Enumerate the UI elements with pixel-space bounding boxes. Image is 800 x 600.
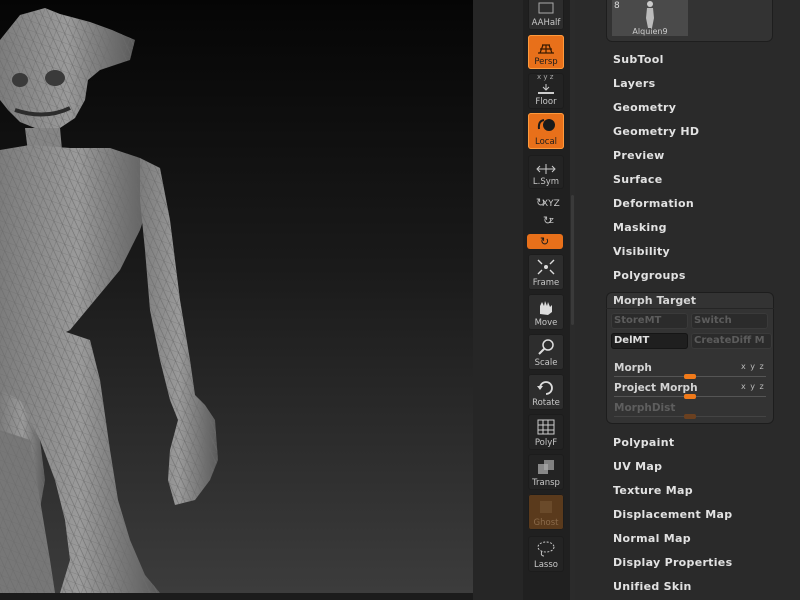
menu-geometry[interactable]: Geometry: [613, 101, 676, 114]
viewport-bottom-strip: [0, 593, 473, 600]
frame-button[interactable]: Frame: [528, 254, 564, 290]
xyz-label: XYZ: [542, 199, 560, 209]
ghost-label: Ghost: [533, 518, 559, 528]
project-morph-axis-arrows[interactable]: x y z: [741, 382, 765, 391]
tool-figure-icon: [646, 1, 654, 28]
z-label: Z: [549, 217, 554, 225]
lsym-label: L.Sym: [532, 177, 560, 187]
y-rotate-button[interactable]: ↻: [527, 234, 563, 249]
transp-label: Transp: [532, 478, 560, 488]
aahalf-button[interactable]: AAHalf: [528, 0, 564, 30]
morphdist-label: MorphDist: [614, 402, 676, 414]
xyz-rotate-button[interactable]: ↻ XYZ: [534, 196, 562, 210]
menu-deformation[interactable]: Deformation: [613, 197, 694, 210]
sculpt-model: [0, 8, 218, 593]
transparency-icon: [538, 460, 554, 474]
switch-button[interactable]: Switch: [691, 313, 768, 329]
local-button[interactable]: Local: [528, 113, 564, 149]
menu-masking[interactable]: Masking: [613, 221, 667, 234]
viewport-right-gap: [473, 0, 523, 600]
perspective-grid-icon: [538, 44, 554, 54]
frame-icon: [537, 259, 555, 275]
menu-surface[interactable]: Surface: [613, 173, 662, 186]
morph-slider-knob[interactable]: [684, 374, 696, 379]
ghost-icon: [540, 501, 552, 513]
menu-texture-map[interactable]: Texture Map: [613, 484, 693, 497]
move-button[interactable]: Move: [528, 294, 564, 330]
transp-button[interactable]: Transp: [528, 454, 564, 490]
menu-polypaint[interactable]: Polypaint: [613, 436, 674, 449]
morphdist-slider-knob[interactable]: [684, 414, 696, 419]
local-label: Local: [534, 137, 558, 147]
morph-slider-label: Morph: [614, 362, 652, 374]
viewport-canvas[interactable]: [0, 0, 473, 593]
menu-unified-skin[interactable]: Unified Skin: [613, 580, 692, 593]
polyframe-grid-icon: [537, 419, 555, 435]
morph-axis-arrows[interactable]: x y z: [741, 362, 765, 371]
menu-displacement-map[interactable]: Displacement Map: [613, 508, 732, 521]
lasso-label: Lasso: [533, 560, 558, 570]
polyf-button[interactable]: PolyF: [528, 414, 564, 450]
lasso-button[interactable]: Lasso: [528, 536, 564, 572]
persp-label: Persp: [534, 57, 558, 67]
persp-button[interactable]: Persp: [528, 35, 564, 69]
morph-target-title[interactable]: Morph Target: [613, 294, 696, 307]
storemt-button[interactable]: StoreMT: [611, 313, 688, 329]
project-morph-slider-knob[interactable]: [684, 394, 696, 399]
lasso-icon: [537, 541, 555, 557]
scale-label: Scale: [534, 358, 558, 368]
tool-count: 8: [614, 1, 620, 11]
menu-uv-map[interactable]: UV Map: [613, 460, 662, 473]
creatediff-button[interactable]: CreateDiff M: [691, 333, 772, 349]
shelf-scroll-thumb[interactable]: [571, 195, 574, 325]
menu-normal-map[interactable]: Normal Map: [613, 532, 691, 545]
lsym-button[interactable]: L.Sym: [528, 155, 564, 189]
z-rotate-button[interactable]: ↻ Z: [543, 214, 559, 228]
menu-preview[interactable]: Preview: [613, 149, 665, 162]
scale-button[interactable]: Scale: [528, 334, 564, 370]
menu-geometry-hd[interactable]: Geometry HD: [613, 125, 699, 138]
y-rotate-icon: ↻: [540, 235, 550, 248]
rotate-button[interactable]: Rotate: [528, 374, 564, 410]
tool-name: Alquien9: [632, 27, 668, 36]
move-hand-icon: [540, 301, 552, 315]
aahalf-icon: [538, 2, 554, 14]
project-morph-label: Project Morph: [614, 382, 698, 394]
local-transform-icon: [537, 119, 555, 131]
menu-display-properties[interactable]: Display Properties: [613, 556, 732, 569]
floor-label: Floor: [535, 97, 557, 107]
aahalf-label: AAHalf: [531, 18, 561, 28]
rotate-label: Rotate: [532, 398, 560, 408]
floor-axes: x y z: [537, 73, 554, 81]
delmt-button[interactable]: DelMT: [611, 333, 688, 349]
scale-magnifier-icon: [538, 339, 554, 355]
polyf-label: PolyF: [534, 438, 558, 448]
morph-title-divider: [606, 308, 774, 309]
menu-visibility[interactable]: Visibility: [613, 245, 670, 258]
rotate-icon: [537, 381, 553, 395]
ghost-button[interactable]: Ghost: [528, 494, 564, 530]
frame-label: Frame: [532, 278, 560, 288]
menu-polygroups[interactable]: Polygroups: [613, 269, 686, 282]
move-label: Move: [534, 318, 558, 328]
floor-button[interactable]: x y z Floor: [528, 73, 564, 109]
menu-layers[interactable]: Layers: [613, 77, 656, 90]
menu-subtool[interactable]: SubTool: [613, 53, 664, 66]
